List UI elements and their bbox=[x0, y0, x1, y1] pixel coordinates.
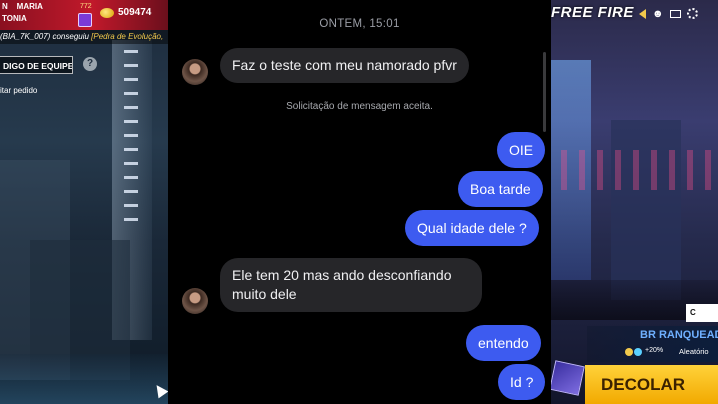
player-name: N bbox=[2, 2, 8, 11]
coin-value: 509474 bbox=[118, 7, 152, 18]
accept-request-text[interactable]: itar pedido bbox=[0, 86, 37, 95]
player-names: N MARIA TONIA bbox=[2, 1, 43, 25]
help-icon[interactable]: ? bbox=[83, 57, 97, 71]
coin-icon bbox=[625, 348, 633, 356]
news-ticker: (BIA_7K_007) conseguiu [Pedra de Evoluçã… bbox=[0, 30, 168, 44]
ticker-text: (BIA_7K_007) conseguiu bbox=[0, 32, 92, 41]
building bbox=[611, 120, 681, 300]
free-fire-logo: FREE FIRE bbox=[551, 4, 634, 21]
ticker-highlight: [Pedra de Evolução, bbox=[91, 32, 164, 41]
message-outgoing[interactable]: Qual idade dele ? bbox=[405, 210, 539, 246]
avatar[interactable] bbox=[182, 59, 208, 85]
team-code-button[interactable]: DIGO DE EQUIPE bbox=[0, 56, 73, 74]
light-stripes bbox=[124, 50, 138, 230]
message-outgoing[interactable]: Boa tarde bbox=[458, 171, 543, 207]
scrollbar[interactable] bbox=[543, 52, 546, 132]
top-toolbar: ☻ bbox=[639, 8, 698, 19]
avatar[interactable] bbox=[182, 288, 208, 314]
dm-conversation[interactable]: ONTEM, 15:01 Faz o teste com meu namorad… bbox=[168, 0, 551, 404]
left-game-panel: N MARIA TONIA 772 509474 (BIA_7K_007) co… bbox=[0, 0, 168, 404]
message-outgoing[interactable]: entendo bbox=[466, 325, 541, 361]
mail-icon[interactable] bbox=[670, 9, 681, 18]
gear-icon[interactable] bbox=[687, 8, 698, 19]
player-name: MARIA bbox=[16, 2, 43, 11]
rank-badge-icon bbox=[78, 13, 92, 27]
message-incoming[interactable]: Faz o teste com meu namorado pfvr bbox=[220, 48, 469, 83]
mode-select-button[interactable]: C bbox=[686, 304, 718, 322]
coin-balance: 509474 bbox=[100, 7, 151, 18]
gem-icon bbox=[634, 348, 642, 356]
message-outgoing[interactable]: Id ? bbox=[498, 364, 546, 400]
floor bbox=[0, 354, 168, 404]
coin-icon bbox=[100, 7, 114, 18]
friends-icon[interactable]: ☻ bbox=[652, 8, 664, 19]
player-name: TONIA bbox=[2, 14, 27, 23]
map-random-text: Aleatório bbox=[679, 347, 709, 356]
system-notice: Solicitação de mensagem aceita. bbox=[286, 101, 433, 112]
chest-icon[interactable] bbox=[551, 360, 585, 396]
bonus-text: +20% bbox=[645, 347, 664, 354]
start-match-button[interactable]: DECOLAR bbox=[585, 365, 718, 404]
back-arrow-icon[interactable] bbox=[639, 8, 646, 19]
message-outgoing[interactable]: OIE bbox=[497, 132, 546, 168]
message-incoming[interactable]: Ele tem 20 mas ando desconfiando muito d… bbox=[220, 258, 482, 312]
timestamp: ONTEM, 15:01 bbox=[319, 18, 400, 30]
neon-lights bbox=[561, 150, 711, 190]
game-mode-card[interactable]: BR RANQUEADO +20% Aleatório bbox=[587, 326, 718, 362]
mode-label: BR RANQUEADO bbox=[640, 329, 718, 341]
right-game-panel: FREE FIRE ☻ C BR RANQUEADO +20% Aleatóri… bbox=[551, 0, 718, 404]
level-text: 772 bbox=[80, 3, 92, 10]
